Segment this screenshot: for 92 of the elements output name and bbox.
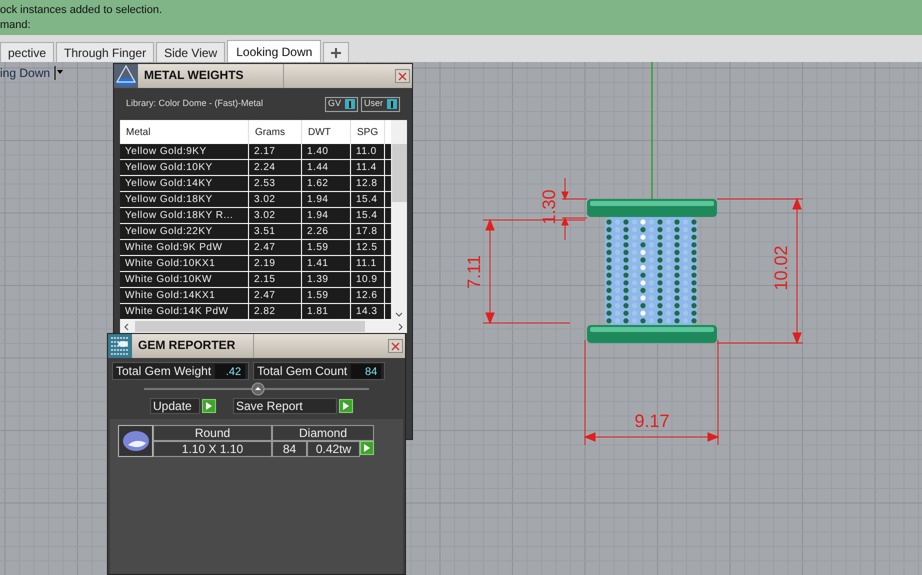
panel-title: GEM REPORTER (138, 334, 254, 358)
table-cell: 11.4 (351, 160, 385, 175)
vertical-scrollbar[interactable] (391, 120, 407, 320)
play-icon (206, 402, 212, 410)
table-cell: Yellow Gold:14KY (120, 176, 249, 191)
table-cell: 2.47 (249, 288, 302, 303)
table-cell: 2.24 (249, 160, 302, 175)
table-cell: 2.53 (249, 176, 302, 191)
run-button[interactable] (339, 399, 353, 413)
gem-size: 1.10 X 1.10 (153, 441, 272, 457)
close-icon (398, 72, 407, 80)
horizontal-scrollbar[interactable] (120, 320, 407, 333)
table-cell: 1.62 (302, 176, 351, 191)
table-cell: White Gold:10KX1 (120, 256, 249, 271)
play-icon (364, 444, 370, 452)
close-icon (391, 342, 400, 350)
dimension-label: 7.11 (464, 255, 484, 289)
table-cell: 12.6 (351, 288, 385, 303)
table-cell: 2.47 (249, 240, 302, 255)
table-cell: 2.19 (249, 256, 302, 271)
cone-icon (114, 64, 138, 88)
gem-shape: Round (153, 425, 272, 441)
table-cell: 15.4 (351, 192, 385, 207)
action-button[interactable]: Save Report (233, 398, 337, 414)
close-button[interactable] (395, 69, 410, 83)
add-tab-button[interactable] (323, 42, 350, 62)
table-cell: 10.9 (351, 272, 385, 287)
view-tab[interactable]: Side View (156, 42, 226, 62)
table-cell: White Gold:14K PdW (120, 304, 249, 319)
table-cell: Yellow Gold:18KY R... (120, 208, 249, 223)
viewport-title[interactable]: ing Down (0, 64, 50, 82)
dropdown-caret-icon[interactable] (54, 66, 64, 80)
dimension-label: 9.17 (634, 411, 670, 431)
table-cell: 1.44 (302, 160, 351, 175)
table-cell: 3.51 (249, 224, 302, 239)
plus-icon (331, 48, 342, 58)
gem-list-icon (108, 334, 132, 358)
collapse-handle-icon[interactable] (251, 382, 265, 396)
table-cell: 3.02 (249, 208, 302, 223)
close-button[interactable] (388, 339, 403, 353)
select-gem-button[interactable] (360, 441, 374, 455)
table-cell: 1.39 (302, 272, 351, 287)
table-cell: 1.59 (302, 288, 351, 303)
table-cell: 2.26 (302, 224, 351, 239)
gem-weight: 0.42tw (307, 441, 360, 457)
panel-title: METAL WEIGHTS (144, 64, 284, 88)
table-cell: Yellow Gold:9KY (120, 144, 249, 159)
table-cell: 1.94 (302, 208, 351, 223)
total-label: Total Gem Weight (116, 363, 212, 380)
table-cell: 2.82 (249, 304, 302, 319)
command-line: mand: (0, 18, 32, 33)
table-cell: 2.15 (249, 272, 302, 287)
table-cell: Yellow Gold:22KY (120, 224, 249, 239)
table-cell: Yellow Gold:18KY (120, 192, 249, 207)
table-cell: 1.94 (302, 192, 351, 207)
scroll-right-icon[interactable] (398, 322, 404, 330)
run-button[interactable] (202, 399, 216, 413)
total-value: 84 (351, 364, 382, 378)
total-label: Total Gem Count (257, 363, 348, 380)
table-cell: White Gold:14KX1 (120, 288, 249, 303)
gem-count: 84 (272, 441, 307, 457)
gem-material: Diamond (272, 425, 374, 441)
round-gem-icon (122, 430, 150, 452)
table-cell: White Gold:9K PdW (120, 240, 249, 255)
table-cell: 1.41 (302, 256, 351, 271)
table-cell: 1.81 (302, 304, 351, 319)
table-cell: 12.8 (351, 176, 385, 191)
table-cell: 2.17 (249, 144, 302, 159)
dimension-label: 10.02 (771, 245, 791, 291)
table-cell: 14.3 (351, 304, 385, 319)
table-cell: 15.4 (351, 208, 385, 223)
command-line: ock instances added to selection. (0, 3, 164, 18)
view-tab[interactable]: Through Finger (56, 42, 154, 62)
scroll-down-icon[interactable] (395, 312, 403, 318)
table-cell: 17.8 (351, 224, 385, 239)
view-tab[interactable]: pective (0, 42, 54, 62)
table-cell: Yellow Gold:10KY (120, 160, 249, 175)
toggle-button[interactable]: User (360, 96, 400, 112)
play-icon (343, 402, 349, 410)
table-cell: 1.59 (302, 240, 351, 255)
action-button[interactable]: Update (150, 398, 200, 414)
table-cell: 3.02 (249, 192, 302, 207)
scroll-left-icon[interactable] (123, 322, 129, 330)
view-tab[interactable]: Looking Down (227, 40, 322, 62)
table-cell: 12.5 (351, 240, 385, 255)
table-cell: 11.0 (351, 144, 385, 159)
total-value: .42 (215, 364, 246, 378)
table-cell: 11.1 (351, 256, 385, 271)
library-label: Library: Color Dome - (Fast)-Metal (126, 97, 264, 110)
table-cell: 1.40 (302, 144, 351, 159)
toggle-button[interactable]: GV (324, 96, 358, 112)
table-cell: White Gold:10KW (120, 272, 249, 287)
